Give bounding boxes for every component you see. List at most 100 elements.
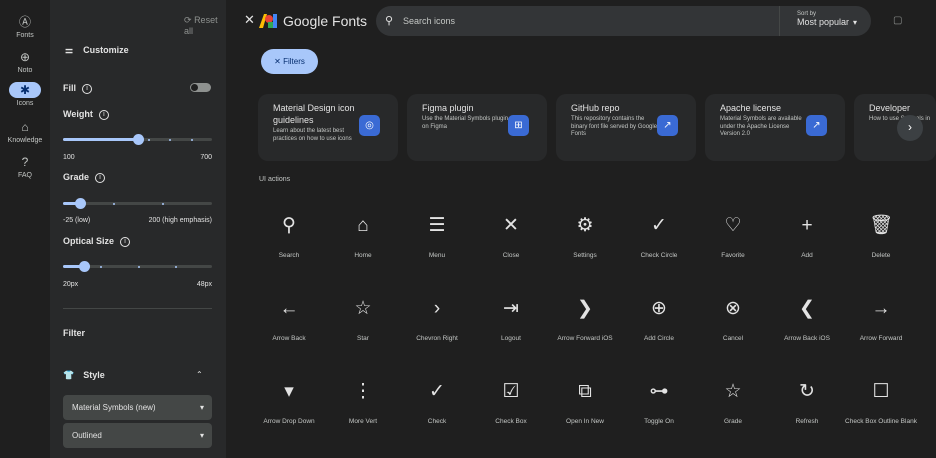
section-heading: UI actions xyxy=(259,176,291,183)
close-icon: ✕ xyxy=(503,215,519,236)
icon-name: Arrow Back xyxy=(272,335,306,342)
icon-tile[interactable]: ❮ Arrow Back iOS xyxy=(770,283,844,363)
settings-icon: ⚙ xyxy=(576,215,594,236)
icon-tile[interactable]: › Chevron Right xyxy=(400,283,474,363)
font-icon: Ⓐ xyxy=(18,15,31,29)
fill-label: Fill xyxy=(63,83,76,93)
grade-max: 200 (high emphasis) xyxy=(148,217,212,224)
star-icon: ☆ xyxy=(354,298,372,319)
filter-heading: Filter xyxy=(63,328,86,338)
optical-size-slider[interactable] xyxy=(63,261,212,272)
google-fonts-logo-mark xyxy=(259,14,277,28)
icon-tile[interactable]: 🗑 Delete xyxy=(844,200,918,280)
icon-tile[interactable]: ⋮ More Vert xyxy=(326,366,400,446)
add-icon: + xyxy=(801,215,813,236)
icon-tile[interactable]: ⊶ Toggle On xyxy=(622,366,696,446)
style-label: Style xyxy=(83,370,105,380)
optical-size-range: 20px 48px xyxy=(63,281,212,288)
card-description: Learn about the latest best practices on… xyxy=(273,128,352,142)
info-icon[interactable]: i xyxy=(120,236,131,247)
icon-tile[interactable]: ⚲ Search xyxy=(252,200,326,280)
icon-tile[interactable]: ⇥ Logout xyxy=(474,283,548,363)
icon-tile[interactable]: ✓ Check xyxy=(400,366,474,446)
close-icon: ✕ xyxy=(274,57,281,66)
fill-toggle[interactable] xyxy=(190,83,211,92)
carousel-next-button[interactable]: › xyxy=(897,115,923,141)
icon-name: Settings xyxy=(573,252,597,259)
icon-name: Close xyxy=(502,252,520,259)
icon-name: Logout xyxy=(501,335,521,342)
graduation-icon: ⌂ xyxy=(21,120,29,134)
icon-tile[interactable]: ↻ Refresh xyxy=(770,366,844,446)
card-description: Material Symbols are available under the… xyxy=(720,116,802,137)
search-bar[interactable]: ⚲ Search icons Sort by Most popular ▾ xyxy=(376,6,871,36)
icon-tile[interactable]: + Add xyxy=(770,200,844,280)
rail-item-knowledge[interactable]: ⌂ Knowledge xyxy=(0,119,50,144)
optical-size-slider-thumb[interactable] xyxy=(79,261,91,272)
info-icon[interactable]: i xyxy=(95,172,106,183)
rail-item-fonts[interactable]: Ⓐ Fonts xyxy=(0,14,50,39)
card-title: Apache license xyxy=(720,103,782,113)
weight-label: Weight xyxy=(63,109,93,119)
icon-tile[interactable]: ⊕ Add Circle xyxy=(622,283,696,363)
resource-card[interactable]: Material Design icon guidelines Learn abo… xyxy=(258,94,398,161)
resource-card[interactable]: Apache license Material Symbols are avail… xyxy=(705,94,845,161)
more-vert-icon: ⋮ xyxy=(353,381,373,402)
optical-size-label-row: Optical Size i xyxy=(63,236,131,247)
chevron-up-icon[interactable]: ⌃ xyxy=(196,370,203,379)
icon-tile[interactable]: ☆ Star xyxy=(326,283,400,363)
icon-name: Delete xyxy=(871,252,891,259)
icon-tile[interactable]: ← Arrow Back xyxy=(252,283,326,363)
grade-min: -25 (low) xyxy=(63,217,91,224)
icon-tile[interactable]: ⚙ Settings xyxy=(548,200,622,280)
icon-name: Menu xyxy=(428,252,446,259)
grade-slider-thumb[interactable] xyxy=(74,198,86,209)
resource-card[interactable]: Figma plugin Use the Material Symbols plu… xyxy=(407,94,547,161)
chevron-right-icon: › xyxy=(908,120,912,134)
icon-tile[interactable]: ⧉ Open In New xyxy=(548,366,622,446)
chevron-down-icon: ▾ xyxy=(852,18,857,27)
weight-slider-thumb[interactable] xyxy=(132,134,144,145)
globe-icon: ⊕ xyxy=(19,50,31,64)
rail-item-noto[interactable]: ⊕ Noto xyxy=(0,49,50,74)
filters-button[interactable]: ✕ Filters xyxy=(261,49,318,74)
logout-icon: ⇥ xyxy=(503,298,519,319)
weight-slider[interactable] xyxy=(63,134,212,145)
shopping-bag-icon[interactable]: ▢ xyxy=(893,15,902,26)
rail-item-faq[interactable]: ? FAQ xyxy=(0,154,50,179)
icon-tile[interactable]: ⌂ Home xyxy=(326,200,400,280)
search-input[interactable]: Search icons xyxy=(403,16,455,26)
variant-select[interactable]: Outlined xyxy=(63,423,212,448)
rail-item-icons[interactable]: ✱ Icons xyxy=(0,82,50,107)
icon-tile[interactable]: ☑ Check Box xyxy=(474,366,548,446)
icon-tile[interactable]: ▾ Arrow Drop Down xyxy=(252,366,326,446)
icon-name: Add xyxy=(801,252,813,259)
icon-tile[interactable]: → Arrow Forward xyxy=(844,283,918,363)
info-icon[interactable]: i xyxy=(98,109,109,120)
main-content: Google Fonts ⚲ Search icons Sort by Most… xyxy=(226,0,936,458)
icon-tile[interactable]: ♡ Favorite xyxy=(696,200,770,280)
reset-all-button[interactable]: ⟳ Reset all xyxy=(184,15,226,36)
resource-card[interactable]: DeveloperHow to use Symbols in xyxy=(854,94,936,161)
google-fonts-logo[interactable]: Google Fonts xyxy=(259,13,367,29)
resource-card[interactable]: GitHub repo This repository contains the … xyxy=(556,94,696,161)
icon-tile[interactable]: ✕ Close xyxy=(474,200,548,280)
style-select[interactable]: Material Symbols (new) xyxy=(63,395,212,420)
grade-label-row: Grade i xyxy=(63,172,106,183)
filters-label: Filters xyxy=(283,57,305,66)
icon-tile[interactable]: ❯ Arrow Forward iOS xyxy=(548,283,622,363)
refresh-icon: ⟳ xyxy=(184,15,192,25)
icon-tile[interactable]: ☐ Check Box Outline Blank xyxy=(844,366,918,446)
icon-name: Star xyxy=(357,335,369,342)
grade-slider[interactable] xyxy=(63,198,212,209)
icon-tile[interactable]: ☆ Grade xyxy=(696,366,770,446)
slider-tick xyxy=(190,139,193,141)
icon-tile[interactable]: ⊗ Cancel xyxy=(696,283,770,363)
weight-min: 100 xyxy=(63,154,75,161)
sort-dropdown[interactable]: Sort by Most popular ▾ xyxy=(779,6,871,36)
info-icon[interactable]: i xyxy=(82,83,92,94)
card-title: GitHub repo xyxy=(571,103,620,113)
icon-tile[interactable]: ✓ Check Circle xyxy=(622,200,696,280)
style-heading[interactable]: 👕 Style xyxy=(63,370,105,381)
icon-tile[interactable]: ☰ Menu xyxy=(400,200,474,280)
